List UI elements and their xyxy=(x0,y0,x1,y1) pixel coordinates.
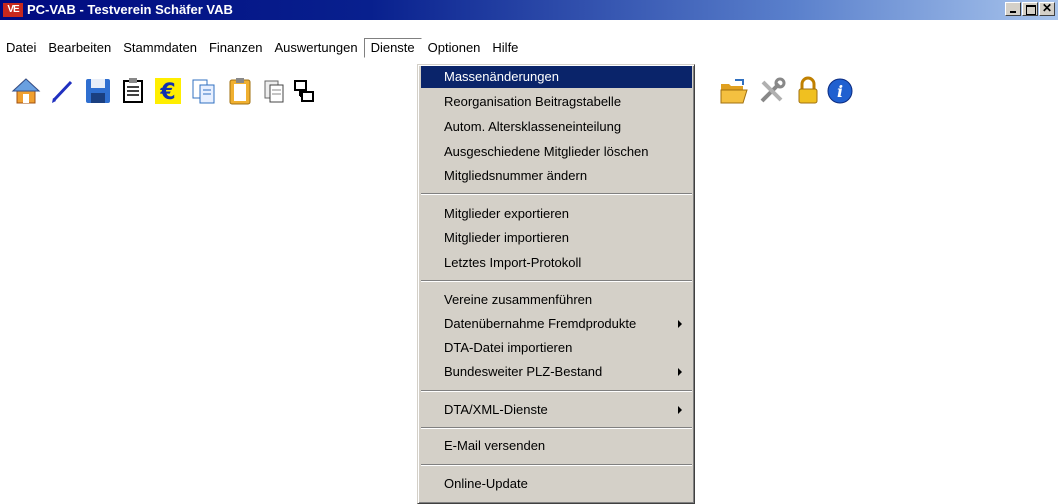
menu-item-label: DTA/XML-Dienste xyxy=(444,402,548,417)
menu-separator xyxy=(421,193,692,195)
submenu-arrow-icon xyxy=(678,406,682,414)
menu-item-ausgeschiedene-loeschen[interactable]: Ausgeschiedene Mitglieder löschen xyxy=(421,141,692,163)
minimize-button[interactable] xyxy=(1005,2,1021,16)
clipboard-icon[interactable] xyxy=(225,76,255,106)
save-icon[interactable] xyxy=(83,76,113,106)
menu-item-label: Datenübernahme Fremdprodukte xyxy=(444,316,637,331)
menu-auswertungen[interactable]: Auswertungen xyxy=(268,38,363,58)
menu-separator xyxy=(421,427,692,429)
close-button[interactable]: ✕ xyxy=(1039,1,1055,16)
menu-item-vereine-zusammenfuehren[interactable]: Vereine zusammenführen xyxy=(421,289,692,311)
menu-hilfe[interactable]: Hilfe xyxy=(486,38,524,58)
home-icon[interactable] xyxy=(11,76,41,106)
window-controls: ✕ xyxy=(1004,1,1055,16)
maximize-button[interactable] xyxy=(1022,2,1038,16)
submenu-arrow-icon xyxy=(678,320,682,328)
copy-icon[interactable] xyxy=(189,76,219,106)
menu-item-dta-importieren[interactable]: DTA-Datei importieren xyxy=(421,337,692,359)
window-title: PC-VAB - Testverein Schäfer VAB xyxy=(27,2,233,17)
menu-item-mitgliedsnummer[interactable]: Mitgliedsnummer ändern xyxy=(421,165,692,187)
menu-item-label: Mitgliedsnummer ändern xyxy=(444,168,588,183)
pen-icon[interactable] xyxy=(47,76,77,106)
menu-item-label: Online-Update xyxy=(444,476,528,491)
menu-item-plz-bestand[interactable]: Bundesweiter PLZ-Bestand xyxy=(421,361,692,383)
menu-separator xyxy=(421,390,692,392)
lock-icon[interactable] xyxy=(793,76,823,106)
menu-item-importieren[interactable]: Mitglieder importieren xyxy=(421,227,692,249)
submenu-arrow-icon xyxy=(678,368,682,376)
menu-bearbeiten[interactable]: Bearbeiten xyxy=(42,38,117,58)
menu-item-massenaenderungen[interactable]: Massenänderungen xyxy=(421,66,692,88)
close-icon: ✕ xyxy=(1042,1,1053,15)
notepad-icon[interactable] xyxy=(118,76,148,106)
menu-item-label: Mitglieder importieren xyxy=(444,230,569,245)
svg-text:€: € xyxy=(159,80,175,105)
menu-item-label: Mitglieder exportieren xyxy=(444,206,570,221)
menu-dienste[interactable]: Dienste xyxy=(363,38,422,58)
menu-item-label: Bundesweiter PLZ-Bestand xyxy=(444,364,603,379)
maximize-icon xyxy=(1026,5,1036,15)
menu-item-import-protokoll[interactable]: Letztes Import-Protokoll xyxy=(421,252,692,274)
menu-item-label: Vereine zusammenführen xyxy=(444,292,593,307)
menu-item-email-versenden[interactable]: E-Mail versenden xyxy=(421,435,692,457)
menu-item-label: Massenänderungen xyxy=(444,69,559,84)
menu-item-dta-xml-dienste[interactable]: DTA/XML-Dienste xyxy=(421,399,692,421)
svg-text:i: i xyxy=(837,82,843,101)
app-icon[interactable]: VE xyxy=(3,3,23,17)
menu-item-label: Ausgeschiedene Mitglieder löschen xyxy=(444,144,649,159)
info-icon[interactable]: i xyxy=(825,76,855,106)
menu-datei[interactable]: Datei xyxy=(0,38,42,58)
documents-icon[interactable] xyxy=(260,76,290,106)
menu-finanzen[interactable]: Finanzen xyxy=(203,38,268,58)
menu-separator xyxy=(421,280,692,282)
menu-item-exportieren[interactable]: Mitglieder exportieren xyxy=(421,203,692,225)
menu-item-datenuebernahme[interactable]: Datenübernahme Fremdprodukte xyxy=(421,313,692,335)
minimize-icon xyxy=(1010,11,1016,13)
menu-item-reorganisation[interactable]: Reorganisation Beitragstabelle xyxy=(421,91,692,113)
euro-icon[interactable]: € xyxy=(153,76,183,106)
dienste-menu: Massenänderungen Reorganisation Beitrags… xyxy=(417,64,695,504)
menu-bar: Datei Bearbeiten Stammdaten Finanzen Aus… xyxy=(0,37,1058,59)
hierarchy-icon[interactable] xyxy=(290,76,320,106)
menu-item-label: Letztes Import-Protokoll xyxy=(444,255,582,270)
menu-item-altersklassen[interactable]: Autom. Altersklasseneinteilung xyxy=(421,116,692,138)
menu-item-label: Reorganisation Beitragstabelle xyxy=(444,94,622,109)
menu-optionen[interactable]: Optionen xyxy=(422,38,487,58)
menu-separator xyxy=(421,464,692,466)
menu-item-online-update[interactable]: Online-Update xyxy=(421,473,692,495)
menu-item-label: Autom. Altersklasseneinteilung xyxy=(444,119,622,134)
tools-icon[interactable] xyxy=(757,76,787,106)
title-bar[interactable]: VE PC-VAB - Testverein Schäfer VAB ✕ xyxy=(0,0,1058,20)
folder-open-icon[interactable] xyxy=(719,76,749,106)
menu-item-label: E-Mail versenden xyxy=(444,438,546,453)
menu-stammdaten[interactable]: Stammdaten xyxy=(117,38,203,58)
menu-item-label: DTA-Datei importieren xyxy=(444,340,573,355)
